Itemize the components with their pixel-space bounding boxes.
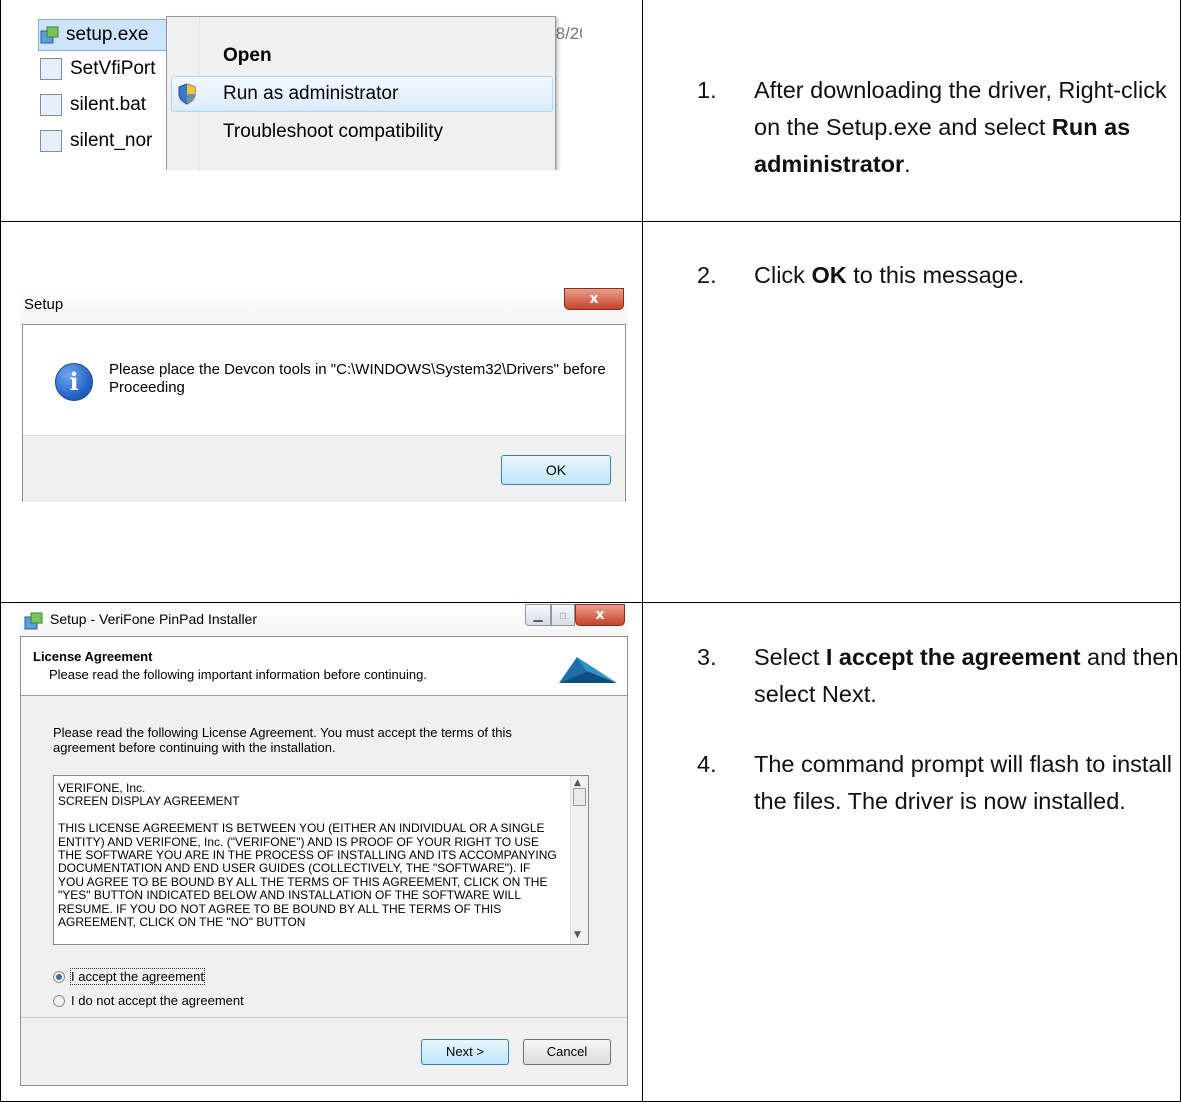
dialog-body: i Please place the Devcon tools in "C:\W… <box>22 324 626 502</box>
window-title: Setup - VeriFone PinPad Installer <box>50 611 258 627</box>
radio-selected-icon <box>53 971 65 983</box>
next-button[interactable]: Next > <box>421 1039 509 1065</box>
step-number: 2. <box>697 262 717 288</box>
file-name: SetVfiPort <box>70 58 156 79</box>
setup-message-box: Setup x i Please place the Devcon tools … <box>20 288 628 503</box>
menu-item-troubleshoot-compatibility[interactable]: Troubleshoot compatibility <box>223 121 443 143</box>
step-number: 1. <box>697 77 717 103</box>
context-menu: Open Run as administrator Troubleshoot c… <box>166 16 556 170</box>
window-title: Setup <box>24 296 64 313</box>
license-text: VERIFONE, Inc. SCREEN DISPLAY AGREEMENT … <box>58 781 557 930</box>
step-text-part: . <box>904 151 911 177</box>
menu-item-run-as-administrator[interactable]: Run as administrator <box>223 83 398 105</box>
file-item-setvfiport[interactable]: SetVfiPort <box>40 52 156 86</box>
radio-label: I accept the agreement <box>70 968 205 985</box>
step-text: Select I accept the agreement and then s… <box>754 639 1181 713</box>
menu-item-open[interactable]: Open <box>223 45 272 67</box>
step-number: 3. <box>697 644 717 670</box>
step-bold-text: I accept the agreement <box>825 644 1081 670</box>
uac-shield-icon <box>178 83 196 105</box>
file-item-setup[interactable]: setup.exe <box>40 18 148 52</box>
step-bold-text: OK <box>811 262 847 288</box>
file-item-silent-bat[interactable]: silent.bat <box>40 88 146 122</box>
accept-agreement-radio[interactable]: I accept the agreement <box>53 968 205 985</box>
scroll-down-icon[interactable]: ▼ <box>574 930 581 940</box>
dialog-message: Please place the Devcon tools in "C:\WIN… <box>109 361 606 396</box>
file-name: setup.exe <box>66 24 149 45</box>
wizard-header: License Agreement Please read the follow… <box>21 637 627 696</box>
maximize-button[interactable]: ▫ <box>551 604 575 626</box>
scroll-up-icon[interactable]: ▲ <box>574 778 581 788</box>
file-item-silent-nor[interactable]: silent_nor <box>40 124 152 158</box>
title-bar: Setup x <box>20 288 628 324</box>
step-text-part: to this message. <box>846 262 1025 288</box>
footer-separator <box>21 1017 627 1018</box>
info-icon: i <box>55 363 93 401</box>
close-button[interactable]: x <box>564 288 624 310</box>
installer-window: Setup - VeriFone PinPad Installer ▁ ▫ x … <box>20 604 628 1088</box>
table-row-divider <box>0 602 1181 603</box>
file-icon <box>40 57 62 80</box>
license-intro-text: Please read the following License Agreem… <box>53 725 512 755</box>
context-menu-screenshot: setup.exe SetVfiPort silent.bat silent_n… <box>22 0 582 170</box>
scrollbar-thumb[interactable] <box>573 788 586 806</box>
setup-app-icon <box>40 26 59 44</box>
file-name: silent_nor <box>70 130 153 151</box>
gear-file-icon <box>40 93 62 116</box>
step-text: The command prompt will flash to install… <box>754 751 1172 814</box>
license-scrollbar[interactable]: ▲ ▼ <box>570 776 588 944</box>
ok-button[interactable]: OK <box>501 455 611 485</box>
step-number: 4. <box>697 751 717 777</box>
step-text: Click OK to this message. <box>754 257 1181 294</box>
wizard-page-title: License Agreement <box>33 649 153 664</box>
installer-body: License Agreement Please read the follow… <box>20 636 628 1086</box>
verifone-logo-icon <box>559 657 617 683</box>
wizard-page-subtitle: Please read the following important info… <box>49 667 427 682</box>
table-column-divider <box>642 0 643 1102</box>
step-text-part: Click <box>754 262 812 288</box>
cancel-button[interactable]: Cancel <box>523 1039 611 1065</box>
step-text-part: Select <box>754 644 826 670</box>
title-bar: Setup - VeriFone PinPad Installer ▁ ▫ x <box>20 604 628 636</box>
license-text-box[interactable]: VERIFONE, Inc. SCREEN DISPLAY AGREEMENT … <box>53 775 589 945</box>
radio-unselected-icon <box>53 995 65 1007</box>
file-name: silent.bat <box>70 94 147 115</box>
minimize-button[interactable]: ▁ <box>525 604 551 626</box>
decline-agreement-radio[interactable]: I do not accept the agreement <box>53 993 244 1008</box>
step-text: After downloading the driver, Right-clic… <box>754 72 1181 183</box>
setup-app-icon <box>24 612 43 630</box>
gear-file-icon <box>40 129 62 152</box>
close-button[interactable]: x <box>575 604 625 626</box>
table-row-divider <box>0 221 1181 222</box>
radio-label: I do not accept the agreement <box>71 993 244 1008</box>
